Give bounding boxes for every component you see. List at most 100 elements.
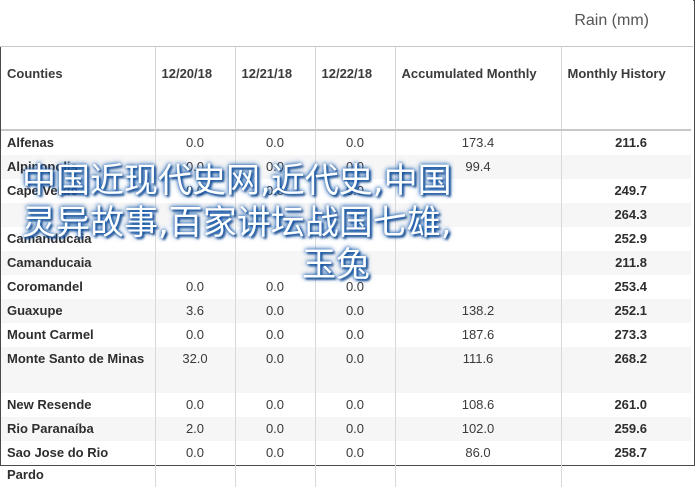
- rain-cell-date-3: 0.0: [315, 155, 396, 179]
- rain-cell-date-1: 2.0: [155, 417, 236, 441]
- county-cell: Alfenas: [1, 130, 156, 155]
- county-cell: Guaxupe: [1, 299, 156, 323]
- rain-cell-date-3: [315, 227, 396, 251]
- accumulated-cell: 108.6: [395, 393, 562, 417]
- table-row: Camanducaia 252.9: [1, 227, 691, 251]
- table-title: Rain (mm): [574, 12, 649, 29]
- rain-cell-date-2: [235, 203, 316, 227]
- rain-cell-date-2: 0.0: [235, 323, 316, 347]
- rain-cell-date-1: 0.0: [155, 130, 236, 155]
- rain-cell-date-2: 0.0: [235, 179, 316, 203]
- table-row: Rio Paranaíba 2.0 0.0 0.0 102.0 259.6: [1, 417, 691, 441]
- accumulated-cell: [395, 275, 562, 299]
- rain-cell-date-3: 0.0: [315, 179, 396, 203]
- county-cell: Camanducaia: [1, 251, 156, 275]
- accumulated-cell: 138.2: [395, 299, 562, 323]
- history-cell: 211.6: [615, 135, 647, 150]
- table-row: Sao Jose do Rio Pardo 0.0 0.0 0.0 86.0 258.7: [1, 441, 691, 487]
- table-row: Monte Santo de Minas 32.0 0.0 0.0 111.6 268.2: [1, 347, 691, 393]
- accumulated-cell: 187.6: [395, 323, 562, 347]
- accumulated-cell: 99.4: [395, 155, 562, 179]
- rain-cell-date-2: 0.0: [235, 130, 316, 155]
- county-cell: [1, 203, 156, 227]
- rain-table: Counties 12/20/18 12/21/18 12/22/18 Accu…: [1, 47, 691, 487]
- accumulated-cell: [395, 203, 562, 227]
- rain-cell-date-2: 0.0: [235, 441, 316, 487]
- rain-cell-date-1: 0.0: [155, 441, 236, 487]
- column-header-counties[interactable]: Counties: [1, 47, 156, 131]
- rain-cell-date-1: 0.0: [155, 323, 236, 347]
- table-row: 264.3: [1, 203, 691, 227]
- accumulated-cell: 86.0: [395, 441, 562, 487]
- rain-cell-date-3: 0.0: [315, 323, 396, 347]
- table-row: Guaxupe 3.6 0.0 0.0 138.2 252.1: [1, 299, 691, 323]
- rain-cell-date-1: 0.0: [155, 393, 236, 417]
- rain-cell-date-1: 0.0: [155, 155, 236, 179]
- table-row: Alpinopolis 0.0 0.0 0.0 99.4: [1, 155, 691, 179]
- county-cell: Sao Jose do Rio Pardo: [1, 441, 156, 487]
- table-row: New Resende 0.0 0.0 0.0 108.6 261.0: [1, 393, 691, 417]
- column-header-date-2[interactable]: 12/21/18: [235, 47, 316, 131]
- column-header-history[interactable]: Monthly History: [561, 47, 691, 131]
- header-row: Counties 12/20/18 12/21/18 12/22/18 Accu…: [1, 47, 691, 131]
- rain-cell-date-3: [315, 251, 396, 275]
- rain-cell-date-2: 0.0: [235, 299, 316, 323]
- table-caption-bar: Rain (mm): [0, 0, 693, 47]
- table-row: Mount Carmel 0.0 0.0 0.0 187.6 273.3: [1, 323, 691, 347]
- history-cell: [561, 155, 691, 179]
- accumulated-cell: 173.4: [395, 130, 562, 155]
- column-header-accumulated[interactable]: Accumulated Monthly: [395, 47, 562, 131]
- column-header-date-3[interactable]: 12/22/18: [315, 47, 396, 131]
- history-cell: 253.4: [614, 279, 647, 294]
- accumulated-cell: [395, 251, 562, 275]
- rain-cell-date-1: 0.0: [155, 275, 236, 299]
- history-cell: 258.7: [614, 445, 647, 460]
- rain-cell-date-2: [235, 227, 316, 251]
- rain-cell-date-2: 0.0: [235, 417, 316, 441]
- history-cell: 273.3: [614, 327, 647, 342]
- history-cell: 252.9: [614, 231, 647, 246]
- history-cell: 211.8: [561, 251, 691, 275]
- table-row: Coromandel 0.0 0.0 0.0 253.4: [1, 275, 691, 299]
- rain-cell-date-3: 0.0: [315, 417, 396, 441]
- county-cell: Cape Verde: [1, 179, 156, 203]
- table-row: Cape Verde 0.0 0.0 0.0 249.7: [1, 179, 691, 203]
- rain-cell-date-3: [315, 203, 396, 227]
- history-cell: 261.0: [614, 397, 647, 412]
- county-cell: Monte Santo de Minas: [1, 347, 156, 393]
- accumulated-cell: 102.0: [395, 417, 562, 441]
- rain-cell-date-3: 0.0: [315, 347, 396, 393]
- rain-cell-date-3: 0.0: [315, 130, 396, 155]
- table-row: Alfenas 0.0 0.0 0.0 173.4 211.6: [1, 130, 691, 155]
- rain-cell-date-2: [235, 251, 316, 275]
- rain-cell-date-1: 0.0: [155, 179, 236, 203]
- rain-cell-date-3: 0.0: [315, 393, 396, 417]
- rain-cell-date-1: [155, 203, 236, 227]
- accumulated-cell: 111.6: [395, 347, 562, 393]
- county-cell: Coromandel: [1, 275, 156, 299]
- table-row: Camanducaia 211.8: [1, 251, 691, 275]
- rain-cell-date-2: 0.0: [235, 275, 316, 299]
- rain-cell-date-2: 0.0: [235, 347, 316, 393]
- history-cell: 249.7: [614, 183, 647, 198]
- rain-cell-date-3: 0.0: [315, 299, 396, 323]
- rain-cell-date-1: 3.6: [155, 299, 236, 323]
- accumulated-cell: [395, 227, 562, 251]
- rain-cell-date-1: 32.0: [155, 347, 236, 393]
- history-cell: 268.2: [561, 347, 691, 393]
- county-cell: Alpinopolis: [1, 155, 156, 179]
- rain-cell-date-3: 0.0: [315, 275, 396, 299]
- history-cell: 252.1: [561, 299, 691, 323]
- rain-cell-date-2: 0.0: [235, 155, 316, 179]
- accumulated-cell: [395, 179, 562, 203]
- column-header-date-1[interactable]: 12/20/18: [155, 47, 236, 131]
- county-cell: Camanducaia: [1, 227, 156, 251]
- rain-cell-date-3: 0.0: [315, 441, 396, 487]
- history-cell: 264.3: [561, 203, 691, 227]
- rain-cell-date-2: 0.0: [235, 393, 316, 417]
- history-cell: 259.6: [561, 417, 691, 441]
- county-cell: New Resende: [1, 393, 156, 417]
- rain-cell-date-1: [155, 227, 236, 251]
- county-cell: Mount Carmel: [1, 323, 156, 347]
- rain-cell-date-1: [155, 251, 236, 275]
